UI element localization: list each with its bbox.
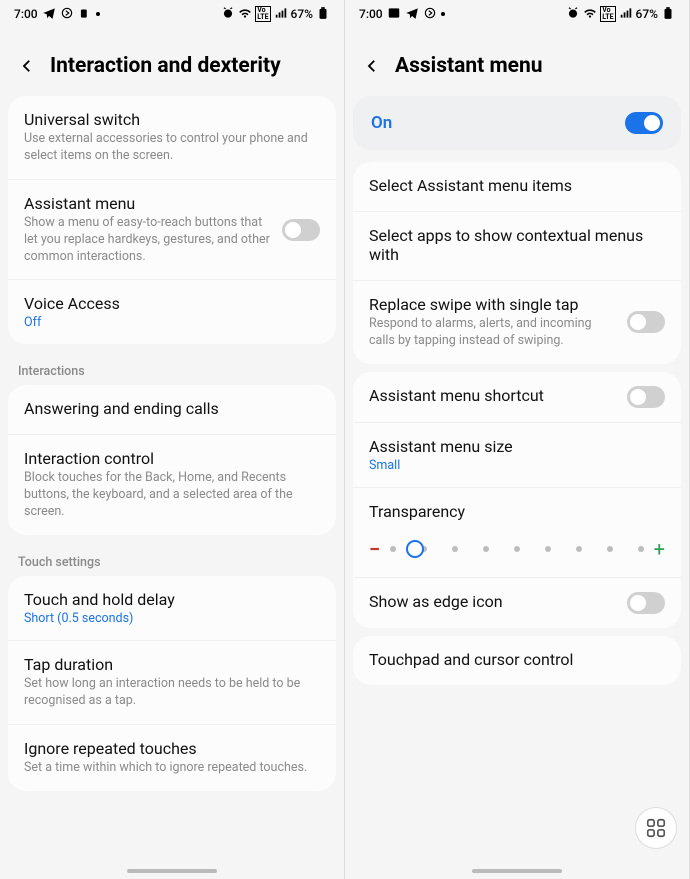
item-select-apps[interactable]: Select apps to show contextual menus wit… xyxy=(353,212,681,281)
battery-icon xyxy=(661,6,675,23)
minus-icon[interactable]: − xyxy=(369,537,380,561)
item-transparency: Transparency xyxy=(353,488,681,527)
item-touchpad-cursor[interactable]: Touchpad and cursor control xyxy=(353,636,681,685)
item-select-menu-items[interactable]: Select Assistant menu items xyxy=(353,162,681,212)
circle-icon xyxy=(423,6,437,23)
screen-assistant-menu: 7:00 VoLTE 67% Assistant menu On Select … xyxy=(345,0,690,879)
card-touchpad: Touchpad and cursor control xyxy=(353,636,681,685)
toggle-assistant-menu[interactable] xyxy=(282,219,320,241)
slider-thumb[interactable] xyxy=(406,540,424,558)
circle-icon xyxy=(60,6,74,23)
image-icon xyxy=(387,6,401,23)
item-replace-swipe[interactable]: Replace swipe with single tap Respond to… xyxy=(353,281,681,364)
alarm-icon xyxy=(221,6,235,23)
master-toggle-card[interactable]: On xyxy=(353,96,681,150)
page-header: Interaction and dexterity xyxy=(0,28,344,96)
telegram-icon xyxy=(405,6,419,23)
battery-text: 67% xyxy=(291,7,313,21)
status-bar: 7:00 VoLTE 67% xyxy=(345,0,689,28)
wifi-icon xyxy=(583,6,597,23)
battery-icon xyxy=(316,6,330,23)
status-dot xyxy=(96,12,100,16)
card-touch: Touch and hold delay Short (0.5 seconds)… xyxy=(8,576,336,791)
page-title: Assistant menu xyxy=(395,54,543,78)
battery-text: 67% xyxy=(636,7,658,21)
back-icon[interactable] xyxy=(363,57,381,75)
item-universal-switch[interactable]: Universal switch Use external accessorie… xyxy=(8,96,336,180)
item-voice-access[interactable]: Voice Access Off xyxy=(8,280,336,344)
toggle-replace-swipe[interactable] xyxy=(627,311,665,333)
back-icon[interactable] xyxy=(18,57,36,75)
signal-icon xyxy=(274,6,288,23)
home-indicator[interactable] xyxy=(472,869,562,873)
volte-icon: VoLTE xyxy=(600,6,615,22)
alarm-icon xyxy=(566,6,580,23)
status-bar: 7:00 VoLTE 67% xyxy=(0,0,344,28)
slider-transparency[interactable]: − + xyxy=(353,527,681,578)
status-time: 7:00 xyxy=(14,7,38,21)
wifi-icon xyxy=(238,6,252,23)
item-answering-calls[interactable]: Answering and ending calls xyxy=(8,385,336,435)
card-icon xyxy=(78,6,92,23)
item-edge-icon[interactable]: Show as edge icon xyxy=(353,578,681,628)
card-appearance: Assistant menu shortcut Assistant menu s… xyxy=(353,372,681,628)
master-toggle-label: On xyxy=(371,113,392,133)
card-select: Select Assistant menu items Select apps … xyxy=(353,162,681,364)
page-title: Interaction and dexterity xyxy=(50,54,281,78)
item-interaction-control[interactable]: Interaction control Block touches for th… xyxy=(8,435,336,535)
toggle-edge-icon[interactable] xyxy=(627,592,665,614)
grid-icon xyxy=(645,817,667,839)
telegram-icon xyxy=(42,6,56,23)
item-assistant-menu[interactable]: Assistant menu Show a menu of easy-to-re… xyxy=(8,180,336,281)
slider-track[interactable] xyxy=(390,539,644,559)
assistant-fab[interactable] xyxy=(635,807,677,849)
item-shortcut[interactable]: Assistant menu shortcut xyxy=(353,372,681,423)
volte-icon: VoLTE xyxy=(255,6,270,22)
item-touch-hold-delay[interactable]: Touch and hold delay Short (0.5 seconds) xyxy=(8,576,336,641)
status-time: 7:00 xyxy=(359,7,383,21)
section-interactions: Interactions xyxy=(0,352,344,385)
home-indicator[interactable] xyxy=(127,869,217,873)
toggle-shortcut[interactable] xyxy=(627,386,665,408)
card-interactions: Answering and ending calls Interaction c… xyxy=(8,385,336,535)
plus-icon[interactable]: + xyxy=(654,537,665,561)
item-tap-duration[interactable]: Tap duration Set how long an interaction… xyxy=(8,641,336,725)
status-dot xyxy=(441,12,445,16)
card-main: Universal switch Use external accessorie… xyxy=(8,96,336,344)
page-header: Assistant menu xyxy=(345,28,689,96)
screen-interaction-dexterity: 7:00 VoLTE 67% Interaction and dexterity… xyxy=(0,0,345,879)
item-menu-size[interactable]: Assistant menu size Small xyxy=(353,423,681,488)
signal-icon xyxy=(619,6,633,23)
toggle-master[interactable] xyxy=(625,112,663,134)
item-ignore-touches[interactable]: Ignore repeated touches Set a time withi… xyxy=(8,725,336,791)
section-touch-settings: Touch settings xyxy=(0,543,344,576)
